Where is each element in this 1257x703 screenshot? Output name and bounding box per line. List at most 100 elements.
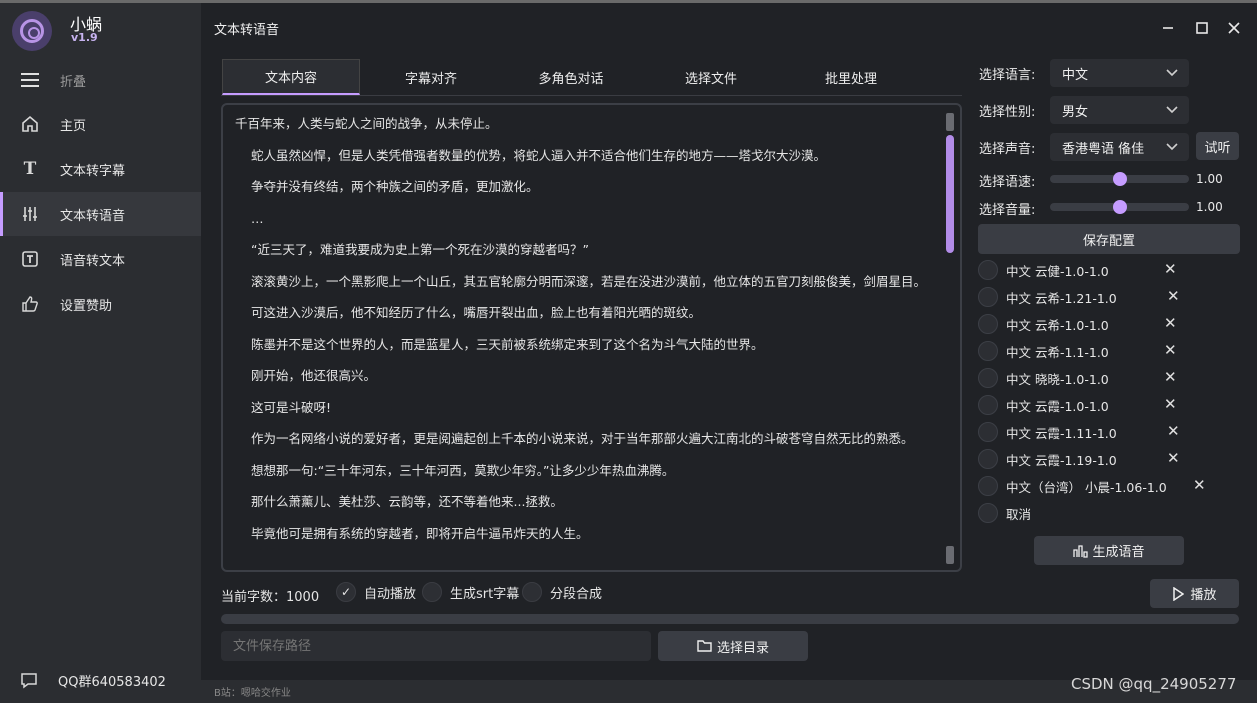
radio-button[interactable] xyxy=(978,368,998,388)
gen-srt-checkbox[interactable]: 生成srt字幕 xyxy=(422,582,519,602)
auto-play-label: 自动播放 xyxy=(364,586,417,602)
footer-b-site: B站：嗯哈交作业 xyxy=(214,688,291,699)
delete-x-icon[interactable]: ✕ xyxy=(1167,449,1180,467)
segment-checkbox[interactable]: 分段合成 xyxy=(522,582,602,602)
voice-preset-item[interactable]: 中文 晓晓-1.0-1.0 xyxy=(978,367,1109,389)
sidebar-collapse-button[interactable]: 折叠 xyxy=(0,58,201,102)
radio-button[interactable] xyxy=(978,476,998,496)
chevron-down-icon xyxy=(1163,138,1181,156)
sidebar: 小蜗 v1.9 折叠 主页 T 文本转字幕 文本转语音 语音转文本 设置赞助 Q… xyxy=(0,3,201,703)
scroll-up-arrow[interactable] xyxy=(946,113,954,131)
voice-preset-item[interactable]: 中文 云希-1.21-1.0 xyxy=(978,286,1117,308)
delete-x-icon[interactable]: ✕ xyxy=(1164,395,1177,413)
radio-button[interactable] xyxy=(978,422,998,442)
language-label: 选择语言: xyxy=(979,68,1036,83)
voice-preset-label: 中文 晓晓-1.0-1.0 xyxy=(1006,371,1109,387)
editor-scrollbar[interactable] xyxy=(946,113,954,566)
voice-preset-label: 中文 云希-1.1-1.0 xyxy=(1006,344,1109,360)
language-select[interactable]: 中文 xyxy=(1050,59,1189,87)
voice-preset-item[interactable]: 中文 云健-1.0-1.0 xyxy=(978,259,1109,281)
volume-value: 1.00 xyxy=(1196,200,1223,214)
sliders-icon xyxy=(0,205,60,223)
delete-x-icon[interactable]: ✕ xyxy=(1164,314,1177,332)
voice-preset-label: 中文 云希-1.0-1.0 xyxy=(1006,317,1109,333)
delete-x-icon[interactable]: ✕ xyxy=(1164,260,1177,278)
sidebar-item-settings-sponsor[interactable]: 设置赞助 xyxy=(0,282,201,326)
sidebar-item-speech-to-text[interactable]: 语音转文本 xyxy=(0,237,201,281)
folder-icon xyxy=(697,640,712,652)
tab-select-file[interactable]: 选择文件 xyxy=(642,59,780,95)
app-version: v1.9 xyxy=(71,31,98,44)
cancel-label: 取消 xyxy=(1006,506,1032,522)
voice-preset-item[interactable]: 中文（台湾） 小晨-1.06-1.0 xyxy=(978,475,1167,497)
voice-preset-label: 中文 云希-1.21-1.0 xyxy=(1006,290,1117,306)
home-icon xyxy=(0,115,60,133)
cancel-option[interactable]: 取消 xyxy=(978,502,1031,524)
choose-directory-button[interactable]: 选择目录 xyxy=(658,631,808,661)
window-title: 文本转语音 xyxy=(214,23,280,38)
voice-preset-item[interactable]: 中文 云霞-1.11-1.0 xyxy=(978,421,1117,443)
scroll-thumb[interactable] xyxy=(946,135,954,253)
tab-text-content[interactable]: 文本内容 xyxy=(222,59,360,95)
gender-value: 男女 xyxy=(1062,104,1089,120)
scroll-down-arrow[interactable] xyxy=(946,546,954,564)
auto-play-checkbox[interactable]: ✓ 自动播放 xyxy=(336,582,416,602)
sidebar-item-text-to-subtitle[interactable]: T 文本转字幕 xyxy=(0,147,201,191)
close-button[interactable] xyxy=(1222,16,1246,40)
generate-speech-button[interactable]: 生成语音 xyxy=(1034,536,1184,565)
play-icon xyxy=(1173,586,1185,601)
sidebar-item-text-to-speech[interactable]: 文本转语音 xyxy=(0,192,201,236)
text-editor[interactable]: 千百年来，人类与蛇人之间的战争，从未停止。 蛇人虽然凶悍，但是人类凭借强者数量的… xyxy=(221,103,962,572)
voice-select[interactable]: 香港粤语 俻佳 xyxy=(1050,133,1189,161)
editor-paragraph: 争夺并没有终结，两个种族之间的矛盾，更加激化。 xyxy=(251,179,539,194)
editor-content[interactable]: 千百年来，人类与蛇人之间的战争，从未停止。 蛇人虽然凶悍，但是人类凭借强者数量的… xyxy=(235,115,941,556)
radio-button[interactable] xyxy=(978,395,998,415)
voice-preset-item[interactable]: 中文 云希-1.0-1.0 xyxy=(978,313,1109,335)
minimize-button[interactable] xyxy=(1156,16,1180,40)
volume-label: 选择音量: xyxy=(979,203,1036,218)
voice-preset-label: 中文（台湾） 小晨-1.06-1.0 xyxy=(1006,479,1167,495)
volume-slider-knob[interactable] xyxy=(1112,200,1127,214)
sidebar-collapse-label: 折叠 xyxy=(60,74,87,90)
sidebar-item-label: 主页 xyxy=(60,118,87,134)
editor-paragraph: … xyxy=(251,210,264,226)
voice-preset-item[interactable]: 中文 云霞-1.0-1.0 xyxy=(978,394,1109,416)
radio-button[interactable] xyxy=(978,341,998,361)
radio-button[interactable] xyxy=(978,314,998,334)
delete-x-icon[interactable]: ✕ xyxy=(1167,287,1180,305)
sidebar-item-label: 语音转文本 xyxy=(60,253,126,269)
voice-preset-label: 中文 云霞-1.11-1.0 xyxy=(1006,425,1117,441)
generate-speech-label: 生成语音 xyxy=(1092,545,1145,560)
speed-slider[interactable] xyxy=(1050,172,1189,186)
chevron-down-icon xyxy=(1163,64,1181,82)
sidebar-item-home[interactable]: 主页 xyxy=(0,102,201,146)
radio-button[interactable] xyxy=(978,287,998,307)
tab-subtitle-align[interactable]: 字幕对齐 xyxy=(362,59,500,95)
radio-button[interactable] xyxy=(978,260,998,280)
choose-directory-label: 选择目录 xyxy=(716,640,769,656)
delete-x-icon[interactable]: ✕ xyxy=(1164,368,1177,386)
gender-select[interactable]: 男女 xyxy=(1050,96,1189,124)
delete-x-icon[interactable]: ✕ xyxy=(1167,422,1180,440)
speed-value: 1.00 xyxy=(1196,172,1223,186)
tab-batch[interactable]: 批里处理 xyxy=(782,59,920,95)
qq-group-link[interactable]: QQ群640583402 xyxy=(0,660,201,700)
speed-slider-knob[interactable] xyxy=(1112,172,1127,186)
delete-x-icon[interactable]: ✕ xyxy=(1164,341,1177,359)
listen-button[interactable]: 试听 xyxy=(1196,132,1239,160)
editor-paragraph: 毕竟他可是拥有系统的穿越者，即将开启牛逼吊炸天的人生。 xyxy=(251,525,589,541)
radio-button[interactable] xyxy=(978,503,998,523)
csdn-watermark: CSDN @qq_24905277 xyxy=(1071,675,1237,693)
gender-label: 选择性别: xyxy=(979,105,1036,120)
voice-preset-item[interactable]: 中文 云霞-1.19-1.0 xyxy=(978,448,1117,470)
maximize-button[interactable] xyxy=(1190,16,1214,40)
editor-paragraph: 滚滚黄沙上，一个黑影爬上一个山丘，其五官轮廓分明而深邃，若是在没进沙漠前，他立体… xyxy=(251,273,927,289)
voice-preset-item[interactable]: 中文 云希-1.1-1.0 xyxy=(978,340,1109,362)
volume-slider[interactable] xyxy=(1050,200,1189,214)
save-path-input[interactable] xyxy=(221,631,651,661)
radio-button[interactable] xyxy=(978,449,998,469)
tab-multi-role[interactable]: 多角色对话 xyxy=(502,59,640,95)
play-button[interactable]: 播放 xyxy=(1150,579,1239,608)
delete-x-icon[interactable]: ✕ xyxy=(1193,476,1206,494)
save-config-button[interactable]: 保存配置 xyxy=(978,224,1240,254)
